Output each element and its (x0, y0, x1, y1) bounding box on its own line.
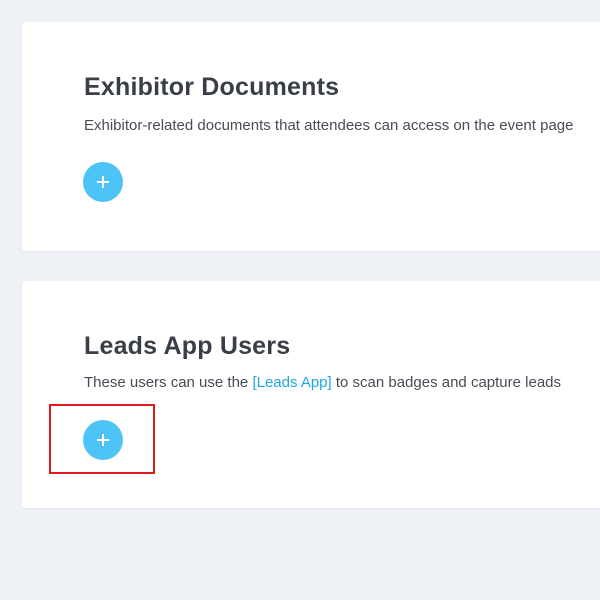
leads-app-users-title: Leads App Users (84, 332, 291, 360)
leads-app-users-description: These users can use the [Leads App] to s… (84, 374, 561, 391)
leads-app-users-card: Leads App Users These users can use the … (22, 281, 600, 508)
leads-description-text-after: to scan badges and capture leads (331, 374, 562, 391)
plus-icon (97, 176, 109, 188)
add-leads-user-button[interactable] (83, 420, 123, 460)
leads-app-link[interactable]: [Leads App] (252, 374, 331, 391)
plus-icon (97, 434, 109, 446)
exhibitor-documents-title: Exhibitor Documents (84, 73, 340, 101)
page: Exhibitor Documents Exhibitor-related do… (0, 0, 600, 600)
exhibitor-documents-card: Exhibitor Documents Exhibitor-related do… (22, 22, 600, 251)
exhibitor-documents-description: Exhibitor-related documents that attende… (84, 117, 574, 134)
leads-description-text-before: These users can use the (84, 374, 253, 391)
add-document-button[interactable] (83, 162, 123, 202)
